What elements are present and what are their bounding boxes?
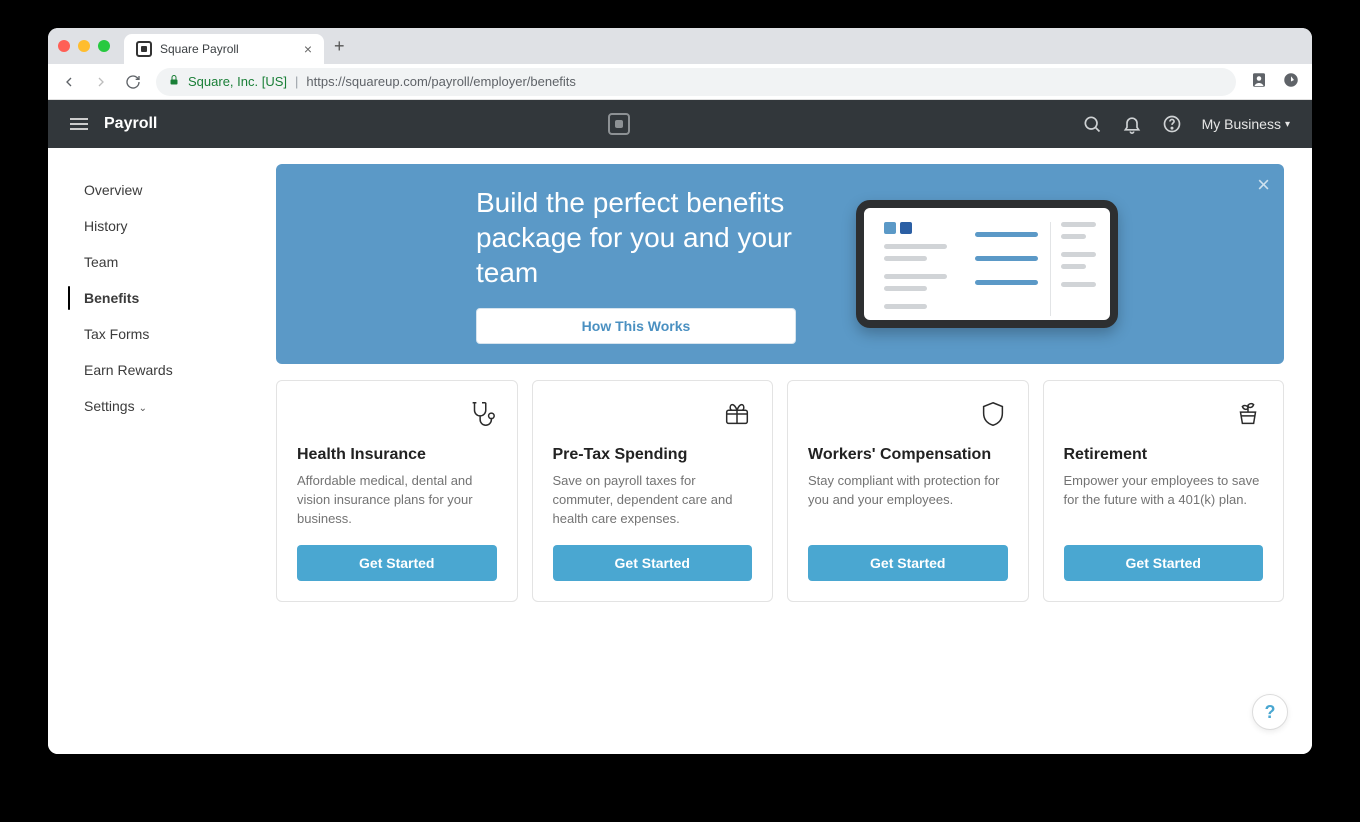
get-started-button[interactable]: Get Started — [297, 545, 497, 581]
sidebar-item-benefits[interactable]: Benefits — [48, 280, 276, 316]
extensions-icon[interactable] — [1282, 71, 1300, 92]
nav-back-icon[interactable] — [60, 74, 78, 90]
address-bar[interactable]: Square, Inc. [US] | https://squareup.com… — [156, 68, 1236, 96]
tab-close-icon[interactable]: × — [304, 41, 312, 57]
stethoscope-icon — [467, 399, 497, 434]
hero-illustration — [846, 200, 1246, 328]
app-header: Payroll My Business ▾ — [48, 100, 1312, 148]
browser-toolbar: Square, Inc. [US] | https://squareup.com… — [48, 64, 1312, 100]
app-title: Payroll — [104, 115, 157, 133]
url-text: https://squareup.com/payroll/employer/be… — [306, 74, 576, 89]
sidebar: Overview History Team Benefits Tax Forms… — [48, 148, 276, 754]
nav-reload-icon[interactable] — [124, 74, 142, 90]
menu-icon[interactable] — [70, 118, 88, 130]
card-desc: Empower your employees to save for the f… — [1064, 472, 1264, 529]
help-icon[interactable] — [1162, 114, 1182, 134]
cert-org: Square, Inc. [US] — [188, 74, 287, 89]
toolbar-right — [1250, 71, 1300, 92]
chevron-down-icon: ⌄ — [139, 403, 147, 414]
sidebar-item-settings[interactable]: Settings⌄ — [48, 388, 276, 427]
tab-title: Square Payroll — [160, 42, 239, 56]
hero-banner: × Build the perfect benefits package for… — [276, 164, 1284, 364]
card-health-insurance: Health Insurance Affordable medical, den… — [276, 380, 518, 602]
gift-box-icon — [722, 399, 752, 434]
get-started-button[interactable]: Get Started — [808, 545, 1008, 581]
business-switcher[interactable]: My Business ▾ — [1202, 116, 1290, 132]
how-this-works-button[interactable]: How This Works — [476, 308, 796, 344]
browser-tab-strip: Square Payroll × + — [48, 28, 1312, 64]
sidebar-item-history[interactable]: History — [48, 208, 276, 244]
browser-tab[interactable]: Square Payroll × — [124, 34, 324, 64]
lock-icon — [168, 74, 180, 89]
hero-headline: Build the perfect benefits package for y… — [476, 185, 816, 290]
sidebar-item-earn-rewards[interactable]: Earn Rewards — [48, 352, 276, 388]
card-pretax-spending: Pre-Tax Spending Save on payroll taxes f… — [532, 380, 774, 602]
nav-forward-icon — [92, 74, 110, 90]
notifications-icon[interactable] — [1122, 114, 1142, 134]
get-started-button[interactable]: Get Started — [1064, 545, 1264, 581]
card-retirement: Retirement Empower your employees to sav… — [1043, 380, 1285, 602]
card-title: Retirement — [1064, 446, 1264, 464]
shield-icon — [978, 399, 1008, 434]
card-title: Workers' Compensation — [808, 446, 1008, 464]
browser-window: Square Payroll × + Square, Inc. [US] | h… — [48, 28, 1312, 754]
square-logo-icon[interactable] — [608, 113, 630, 135]
card-title: Health Insurance — [297, 446, 497, 464]
window-close[interactable] — [58, 40, 70, 52]
sidebar-item-tax-forms[interactable]: Tax Forms — [48, 316, 276, 352]
sidebar-item-overview[interactable]: Overview — [48, 172, 276, 208]
card-title: Pre-Tax Spending — [553, 446, 753, 464]
close-icon[interactable]: × — [1257, 174, 1270, 196]
card-desc: Stay compliant with protection for you a… — [808, 472, 1008, 529]
help-bubble-button[interactable]: ? — [1252, 694, 1288, 730]
window-zoom[interactable] — [98, 40, 110, 52]
new-tab-button[interactable]: + — [334, 36, 345, 57]
get-started-button[interactable]: Get Started — [553, 545, 753, 581]
chevron-down-icon: ▾ — [1285, 119, 1290, 130]
window-minimize[interactable] — [78, 40, 90, 52]
window-controls — [58, 40, 110, 52]
card-workers-comp: Workers' Compensation Stay compliant wit… — [787, 380, 1029, 602]
benefit-cards: Health Insurance Affordable medical, den… — [276, 380, 1284, 602]
plant-icon — [1233, 399, 1263, 434]
search-icon[interactable] — [1082, 114, 1102, 134]
card-desc: Affordable medical, dental and vision in… — [297, 472, 497, 529]
sidebar-item-team[interactable]: Team — [48, 244, 276, 280]
card-desc: Save on payroll taxes for commuter, depe… — [553, 472, 753, 529]
square-favicon-icon — [136, 41, 152, 57]
profile-icon[interactable] — [1250, 71, 1268, 92]
main-content: × Build the perfect benefits package for… — [276, 148, 1312, 754]
